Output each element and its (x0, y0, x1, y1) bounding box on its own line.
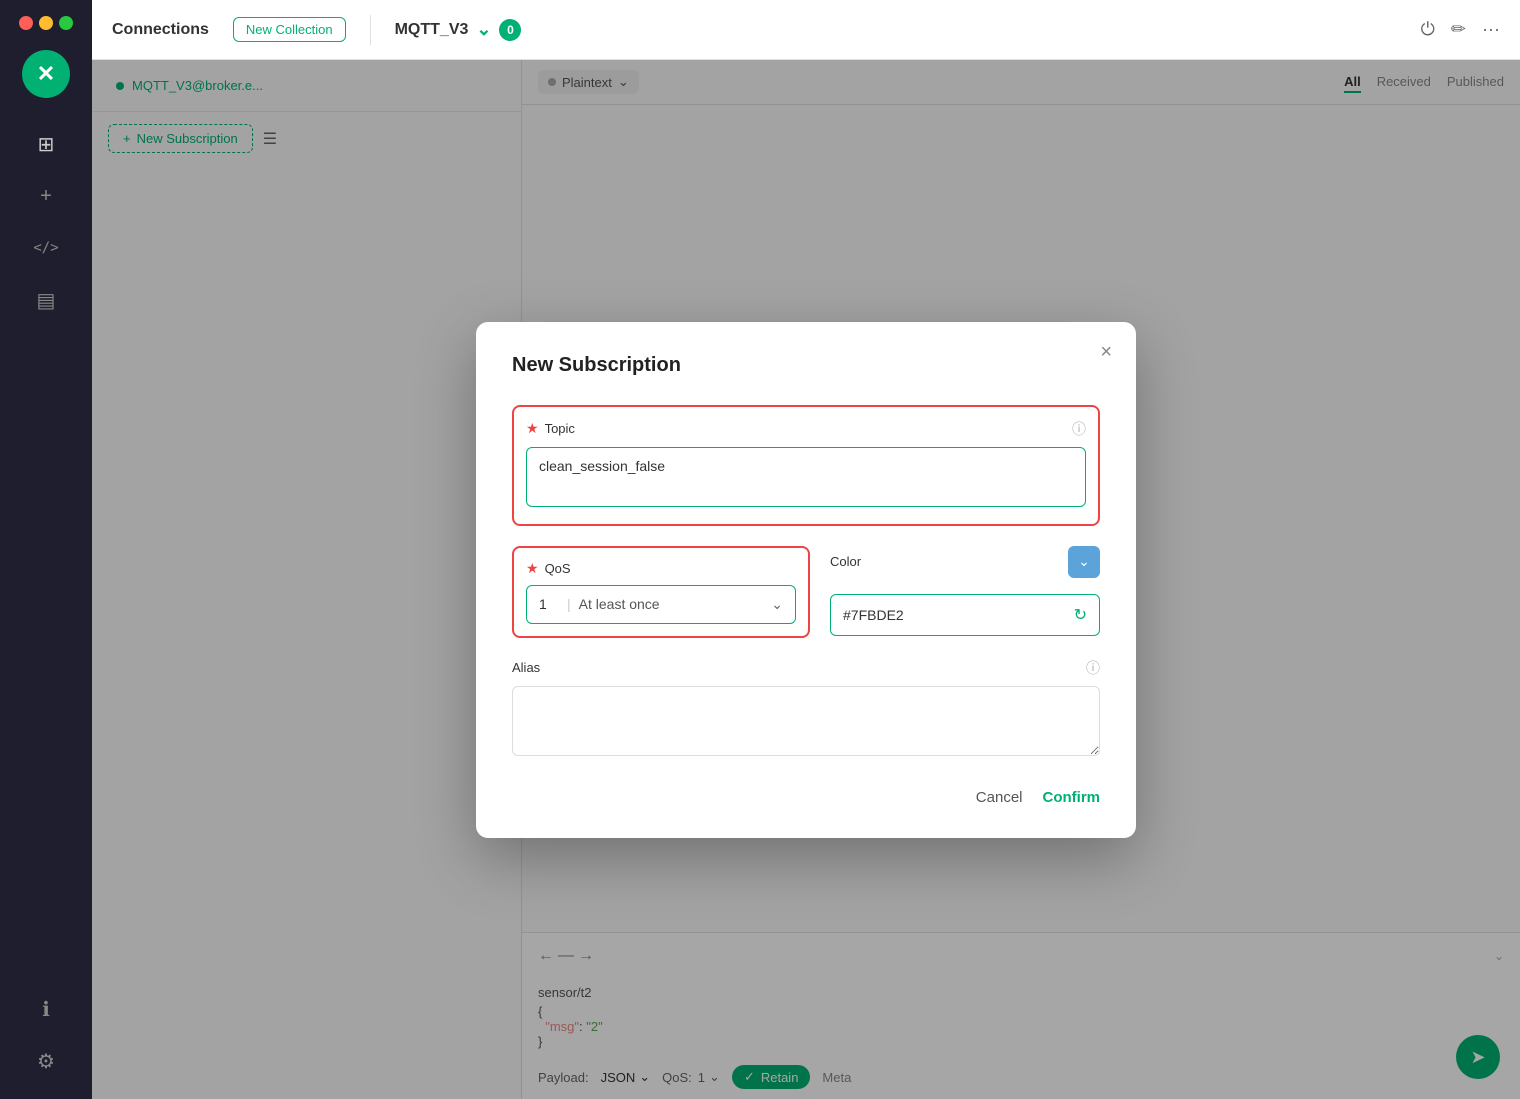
sidebar-item-info[interactable]: ℹ (24, 987, 68, 1031)
sidebar: ✕ ⊞ + </> ▤ ℹ ⚙ (0, 0, 92, 1099)
more-icon[interactable]: ··· (1482, 19, 1500, 40)
traffic-lights (19, 16, 73, 30)
add-icon: + (40, 185, 52, 208)
refresh-color-icon[interactable]: ↻ (1074, 605, 1087, 625)
sidebar-item-data[interactable]: ▤ (24, 278, 68, 322)
modal-title: New Subscription (512, 354, 1100, 377)
edit-icon[interactable]: ✏ (1451, 19, 1466, 40)
info-icon: ℹ (42, 997, 50, 1022)
qos-section: ★ QoS 1 | At least once ⌄ (512, 546, 810, 638)
power-icon[interactable]: ⏻ (1421, 19, 1435, 40)
topic-label-row: ★ Topic ⓘ (526, 419, 1086, 439)
connections-label: Connections (112, 21, 209, 39)
alias-label-row: Alias ⓘ (512, 658, 1100, 678)
color-dropdown-icon: ⌄ (1078, 553, 1090, 570)
close-button[interactable] (19, 16, 33, 30)
content-area: MQTT_V3@broker.e... + New Subscription ☰… (92, 60, 1520, 1099)
alias-input[interactable] (512, 686, 1100, 756)
mqtt-name: MQTT_V3 (395, 21, 469, 39)
modal-close-button[interactable]: × (1100, 342, 1112, 362)
alias-section: Alias ⓘ (512, 658, 1100, 761)
color-value-display: #7FBDE2 ↻ (830, 594, 1100, 636)
cancel-button[interactable]: Cancel (976, 789, 1023, 806)
color-hex-value: #7FBDE2 (843, 607, 1066, 623)
modal-overlay: New Subscription × ★ Topic ⓘ clean_sessi… (92, 60, 1520, 1099)
mqtt-chevron-icon: ⌄ (476, 19, 491, 40)
topbar-divider (370, 15, 371, 45)
modal-footer: Cancel Confirm (512, 789, 1100, 806)
mqtt-message-count: 0 (499, 19, 521, 41)
qos-color-row: ★ QoS 1 | At least once ⌄ Colo (512, 546, 1100, 638)
qos-label-row: ★ QoS (526, 560, 796, 577)
confirm-button[interactable]: Confirm (1043, 789, 1101, 806)
app-logo: ✕ (22, 50, 70, 98)
mqtt-title: MQTT_V3 ⌄ 0 (395, 19, 522, 41)
topic-input[interactable]: clean_session_false (526, 447, 1086, 507)
logo-icon: ✕ (37, 61, 55, 87)
topic-label: Topic (545, 421, 575, 436)
code-icon: </> (33, 240, 58, 256)
sidebar-item-settings[interactable]: ⚙ (24, 1039, 68, 1083)
new-subscription-modal: New Subscription × ★ Topic ⓘ clean_sessi… (476, 322, 1136, 838)
color-swatch-button[interactable]: ⌄ (1068, 546, 1100, 578)
minimize-button[interactable] (39, 16, 53, 30)
topic-info-icon[interactable]: ⓘ (1072, 419, 1086, 439)
topic-section: ★ Topic ⓘ clean_session_false (512, 405, 1100, 526)
sidebar-item-code[interactable]: </> (24, 226, 68, 270)
alias-label: Alias (512, 660, 540, 675)
color-label: Color (830, 554, 861, 569)
qos-field-label: QoS (545, 561, 571, 576)
sidebar-item-connections[interactable]: ⊞ (24, 122, 68, 166)
qos-dropdown[interactable]: 1 | At least once ⌄ (526, 585, 796, 624)
settings-icon: ⚙ (37, 1049, 55, 1074)
connections-icon: ⊞ (38, 132, 55, 157)
topbar: Connections New Collection MQTT_V3 ⌄ 0 ⏻… (92, 0, 1520, 60)
qos-description: At least once (579, 596, 764, 612)
maximize-button[interactable] (59, 16, 73, 30)
data-icon: ▤ (37, 288, 56, 313)
sidebar-item-add[interactable]: + (24, 174, 68, 218)
alias-info-icon[interactable]: ⓘ (1086, 658, 1100, 678)
qos-dropdown-chevron-icon: ⌄ (771, 596, 783, 613)
qos-required-marker: ★ (526, 560, 539, 577)
topic-required-marker: ★ (526, 420, 539, 437)
new-collection-button[interactable]: New Collection (233, 17, 346, 42)
color-section: Color ⌄ #7FBDE2 ↻ (830, 546, 1100, 638)
topbar-right: ⏻ ✏ ··· (1421, 19, 1500, 40)
main-area: Connections New Collection MQTT_V3 ⌄ 0 ⏻… (92, 0, 1520, 1099)
qos-number: 1 (539, 596, 559, 612)
